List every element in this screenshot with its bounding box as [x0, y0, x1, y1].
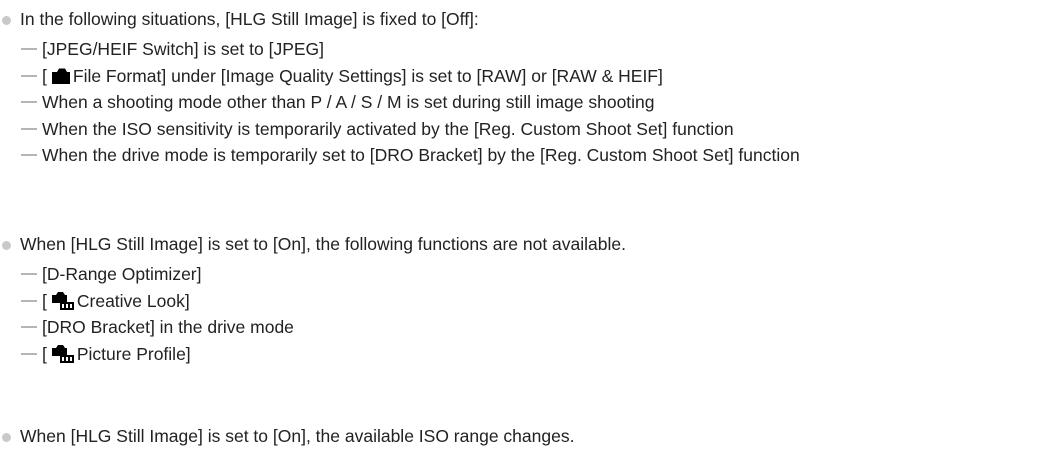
still-movie-camera-icon	[51, 344, 74, 363]
list-item-text-suffix: Picture Profile]	[76, 343, 191, 364]
list-item-text: When the ISO sensitivity is temporarily …	[42, 118, 734, 139]
note-heading-text: In the following situations, [HLG Still …	[20, 9, 479, 29]
list-item: When a shooting mode other than P / A / …	[0, 90, 1047, 117]
list-item: [ Creative Look]	[0, 289, 1047, 316]
bullet-icon	[2, 241, 11, 250]
dash-icon	[21, 154, 37, 156]
note-heading: When [HLG Still Image] is set to [On], t…	[0, 424, 1047, 448]
list-item: [ Picture Profile]	[0, 342, 1047, 369]
list-item-text-suffix: File Format] under [Image Quality Settin…	[72, 65, 663, 86]
list-item: [DRO Bracket] in the drive mode	[0, 315, 1047, 342]
list-item: When the drive mode is temporarily set t…	[0, 143, 1047, 170]
list-item-text-prefix: [	[42, 290, 47, 311]
list-item-text: When the drive mode is temporarily set t…	[42, 145, 800, 165]
list-item-text: When a shooting mode other than P / A / …	[42, 92, 655, 112]
note-hlg-fixed-off: In the following situations, [HLG Still …	[0, 7, 1047, 170]
dash-icon	[21, 326, 37, 328]
list-item: [JPEG/HEIF Switch] is set to [JPEG]	[0, 37, 1047, 64]
dash-icon	[21, 101, 37, 103]
list-item-text: [DRO Bracket] in the drive mode	[42, 317, 294, 337]
dash-icon	[21, 352, 37, 355]
note-heading: When [HLG Still Image] is set to [On], t…	[0, 232, 1047, 256]
dash-icon	[21, 127, 37, 130]
dash-icon	[21, 299, 37, 302]
situation-list: [JPEG/HEIF Switch] is set to [JPEG] [ Fil…	[0, 37, 1047, 170]
list-item-text: [D-Range Optimizer]	[42, 264, 202, 284]
note-hlg-on-unavailable: When [HLG Still Image] is set to [On], t…	[0, 232, 1047, 368]
list-item: [D-Range Optimizer]	[0, 262, 1047, 289]
note-heading-text: When [HLG Still Image] is set to [On], t…	[20, 234, 626, 254]
list-item-text-prefix: [	[42, 65, 47, 86]
list-item: When the ISO sensitivity is temporarily …	[0, 117, 1047, 144]
dash-icon	[21, 48, 37, 50]
still-movie-camera-icon	[51, 291, 74, 310]
unavailable-function-list: [D-Range Optimizer] [ Creative Look] [DRO…	[0, 262, 1047, 368]
list-item-text-suffix: Creative Look]	[76, 290, 190, 311]
note-heading: In the following situations, [HLG Still …	[0, 7, 1047, 31]
note-hlg-iso-range: When [HLG Still Image] is set to [On], t…	[0, 424, 1047, 448]
list-item-text-prefix: [	[42, 343, 47, 364]
dash-icon	[21, 74, 37, 77]
bullet-icon	[2, 16, 11, 25]
list-item: [ File Format] under [Image Quality Setti…	[0, 64, 1047, 91]
still-camera-icon	[51, 68, 70, 84]
note-heading-text: When [HLG Still Image] is set to [On], t…	[20, 426, 575, 446]
list-item-text: [JPEG/HEIF Switch] is set to [JPEG]	[42, 39, 325, 59]
bullet-icon	[2, 433, 11, 442]
dash-icon	[21, 273, 37, 275]
